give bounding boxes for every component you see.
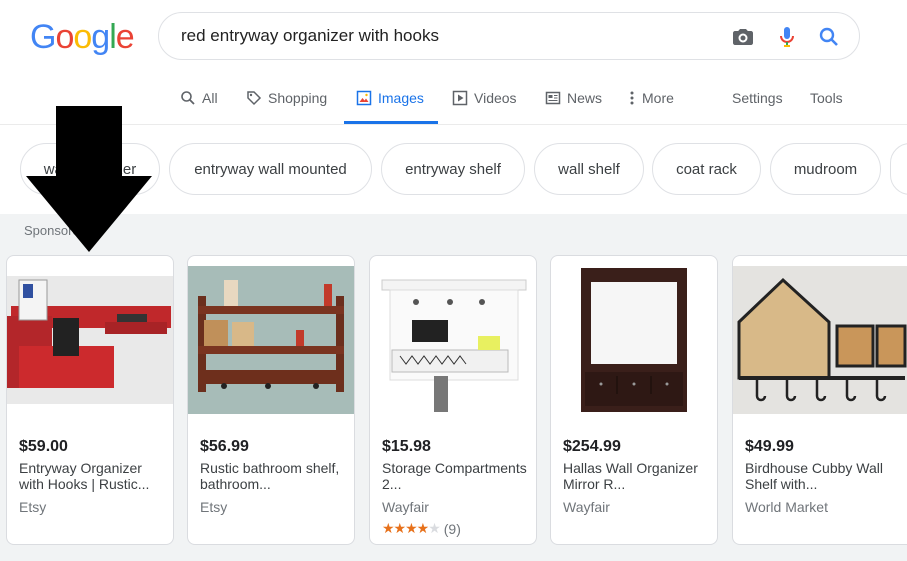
product-merchant: Wayfair xyxy=(563,499,610,515)
tab-news[interactable]: News xyxy=(545,90,602,106)
chip-coat-rack[interactable]: coat rack xyxy=(652,143,761,195)
product-title[interactable]: Birdhouse Cubby Wall Shelf with... xyxy=(745,460,893,492)
tools-link[interactable]: Tools xyxy=(810,90,843,106)
product-merchant: Etsy xyxy=(19,499,47,515)
newspaper-icon xyxy=(545,91,561,105)
chip-entryway-shelf[interactable]: entryway shelf xyxy=(381,143,525,195)
tab-label: Shopping xyxy=(268,90,328,106)
camera-icon[interactable] xyxy=(731,25,755,49)
product-card[interactable]: $59.00 Entryway Organizer with Hooks | R… xyxy=(6,255,174,545)
product-price: $59.00 xyxy=(19,438,68,455)
tab-shopping[interactable]: Shopping xyxy=(246,90,327,106)
product-price: $49.99 xyxy=(745,438,794,455)
tab-label: Videos xyxy=(474,90,517,106)
product-title[interactable]: Entryway Organizer with Hooks | Rustic..… xyxy=(19,460,167,492)
chip-mudroom[interactable]: mudroom xyxy=(770,143,881,195)
chip-entryway-wall-mounted[interactable]: entryway wall mounted xyxy=(169,143,372,195)
search-icon[interactable] xyxy=(817,25,841,49)
tab-label: News xyxy=(567,90,603,106)
product-merchant: Wayfair xyxy=(382,499,429,515)
product-image xyxy=(733,266,907,416)
search-box[interactable]: red entryway organizer with hooks xyxy=(158,12,860,60)
product-image xyxy=(370,266,536,416)
star-rating-icon: ★★★★★ xyxy=(382,520,441,536)
product-image xyxy=(188,266,354,416)
tab-label: Images xyxy=(378,90,424,106)
product-card[interactable]: $254.99 Hallas Wall Organizer Mirror R..… xyxy=(550,255,718,545)
product-price: $15.98 xyxy=(382,438,431,455)
review-count: (9) xyxy=(443,520,461,537)
tab-label: More xyxy=(642,90,674,106)
google-logo[interactable]: Google xyxy=(30,18,135,57)
tag-icon xyxy=(247,91,262,106)
search-input[interactable]: red entryway organizer with hooks xyxy=(181,26,439,46)
play-icon xyxy=(452,90,468,106)
microphone-icon[interactable] xyxy=(775,25,799,49)
tab-all[interactable]: All xyxy=(180,90,218,106)
more-vert-icon xyxy=(630,91,634,105)
down-arrow-icon xyxy=(26,106,152,252)
product-image xyxy=(551,266,717,416)
product-title[interactable]: Hallas Wall Organizer Mirror R... xyxy=(563,460,711,492)
tab-images[interactable]: Images xyxy=(356,90,424,106)
product-merchant: Etsy xyxy=(200,499,228,515)
product-card[interactable]: $15.98 Storage Compartments 2... Wayfair… xyxy=(369,255,537,545)
tab-label: All xyxy=(202,90,218,106)
product-title[interactable]: Rustic bathroom shelf, bathroom... xyxy=(200,460,348,492)
tab-more[interactable]: More xyxy=(628,90,674,106)
product-rating: ★★★★★ (9) xyxy=(382,520,461,537)
image-icon xyxy=(356,90,372,106)
tab-videos[interactable]: Videos xyxy=(452,90,517,106)
product-merchant: World Market xyxy=(745,499,828,515)
chip-partial[interactable] xyxy=(890,143,907,195)
product-card[interactable]: $49.99 Birdhouse Cubby Wall Shelf with..… xyxy=(732,255,907,545)
chip-wall-shelf[interactable]: wall shelf xyxy=(534,143,644,195)
product-image xyxy=(7,266,173,416)
product-price: $254.99 xyxy=(563,438,621,455)
product-price: $56.99 xyxy=(200,438,249,455)
product-title[interactable]: Storage Compartments 2... xyxy=(382,460,530,492)
search-icon xyxy=(181,91,195,105)
product-card[interactable]: $56.99 Rustic bathroom shelf, bathroom..… xyxy=(187,255,355,545)
settings-link[interactable]: Settings xyxy=(732,90,783,106)
